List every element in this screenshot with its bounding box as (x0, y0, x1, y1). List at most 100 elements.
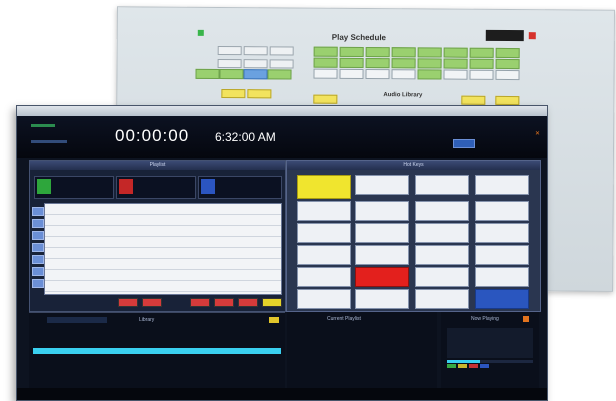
library-tab[interactable] (47, 317, 107, 323)
list-item-selected[interactable] (33, 348, 281, 354)
table-row[interactable] (45, 270, 281, 281)
list-item[interactable] (291, 360, 431, 366)
schedule-slot[interactable] (495, 69, 520, 81)
hotkey-button[interactable] (475, 201, 529, 221)
mini-button[interactable] (480, 364, 489, 368)
schedule-slot[interactable] (469, 58, 494, 69)
schedule-slot[interactable] (365, 58, 390, 69)
list-item[interactable] (291, 352, 431, 358)
option-button[interactable] (495, 95, 520, 106)
list-item[interactable] (33, 369, 281, 375)
hotkey-button[interactable] (297, 245, 351, 265)
hotkey-button[interactable] (415, 223, 469, 243)
mini-button[interactable] (458, 364, 467, 368)
schedule-slot[interactable] (469, 47, 494, 58)
hotkey-button[interactable] (415, 245, 469, 265)
list-item[interactable] (33, 362, 281, 368)
mini-button[interactable] (447, 364, 456, 368)
menu-links[interactable] (31, 140, 67, 143)
schedule-slot[interactable] (195, 68, 220, 79)
next-icon[interactable] (201, 179, 215, 194)
schedule-slot[interactable] (243, 69, 268, 80)
table-row[interactable] (45, 259, 281, 270)
window-titlebar[interactable] (17, 106, 547, 116)
schedule-slot[interactable] (339, 68, 364, 79)
day-button[interactable] (217, 58, 242, 69)
close-icon[interactable] (523, 316, 529, 322)
list-item[interactable] (291, 328, 431, 334)
schedule-slot[interactable] (469, 69, 494, 80)
control-button[interactable] (142, 298, 162, 307)
row-action-button[interactable] (32, 219, 44, 228)
hotkey-button[interactable] (355, 289, 409, 309)
schedule-slot[interactable] (339, 57, 364, 68)
day-button[interactable] (269, 46, 294, 56)
schedule-slot[interactable] (443, 58, 468, 69)
control-button[interactable] (214, 298, 234, 307)
option-button[interactable] (461, 95, 486, 105)
table-row[interactable] (45, 226, 281, 237)
library-action-button[interactable] (269, 317, 279, 323)
row-action-button[interactable] (32, 267, 44, 276)
schedule-slot[interactable] (417, 58, 442, 69)
hotkey-button[interactable] (415, 175, 469, 195)
on-air-button[interactable] (453, 139, 475, 148)
table-row[interactable] (45, 215, 281, 226)
row-action-button[interactable] (32, 279, 44, 288)
schedule-slot[interactable] (417, 47, 442, 58)
hotkey-button[interactable] (475, 223, 529, 243)
control-button[interactable] (190, 298, 210, 307)
schedule-slot[interactable] (267, 69, 292, 80)
row-action-button[interactable] (32, 207, 44, 216)
schedule-tag-button[interactable] (485, 29, 524, 42)
day-button[interactable] (243, 59, 268, 69)
table-row[interactable] (45, 281, 281, 292)
schedule-slot[interactable] (391, 69, 416, 80)
hotkey-button[interactable] (415, 267, 469, 287)
list-item[interactable] (33, 334, 281, 340)
schedule-slot[interactable] (219, 68, 244, 80)
hotkey-button[interactable] (355, 223, 409, 243)
control-button[interactable] (262, 298, 282, 307)
table-row[interactable] (45, 237, 281, 248)
schedule-slot[interactable] (391, 58, 416, 69)
row-action-button[interactable] (32, 231, 44, 240)
hotkey-button[interactable] (475, 289, 529, 309)
day-button[interactable] (217, 45, 242, 56)
list-item[interactable] (33, 341, 281, 347)
schedule-slot[interactable] (495, 58, 520, 70)
hotkey-button[interactable] (355, 245, 409, 265)
row-action-button[interactable] (32, 243, 44, 252)
schedule-slot[interactable] (443, 69, 468, 80)
hotkey-button[interactable] (297, 201, 351, 221)
list-item[interactable] (291, 344, 431, 350)
play-icon[interactable] (37, 179, 51, 194)
hotkey-button[interactable] (297, 267, 351, 287)
schedule-slot[interactable] (417, 69, 442, 80)
list-item[interactable] (33, 355, 281, 361)
control-button[interactable] (238, 298, 258, 307)
hotkey-button[interactable] (415, 289, 469, 309)
schedule-slot[interactable] (313, 57, 338, 68)
hotkey-button[interactable] (297, 175, 351, 199)
option-button[interactable] (247, 89, 272, 99)
hotkey-button[interactable] (355, 175, 409, 195)
mini-button[interactable] (469, 364, 478, 368)
schedule-slot[interactable] (495, 47, 520, 59)
close-icon[interactable]: ✕ (535, 130, 540, 137)
hotkey-button[interactable] (475, 245, 529, 265)
hotkey-button[interactable] (355, 201, 409, 221)
schedule-slot[interactable] (443, 47, 468, 58)
schedule-slot[interactable] (365, 47, 390, 58)
schedule-slot[interactable] (391, 47, 416, 58)
control-button[interactable] (118, 298, 138, 307)
day-button[interactable] (269, 59, 294, 69)
list-item[interactable] (291, 336, 431, 342)
table-row[interactable] (45, 248, 281, 259)
schedule-slot[interactable] (313, 68, 338, 79)
option-button[interactable] (221, 88, 246, 99)
row-action-button[interactable] (32, 255, 44, 264)
table-row[interactable] (45, 204, 281, 215)
hotkey-button[interactable] (297, 223, 351, 243)
list-item[interactable] (33, 327, 281, 333)
